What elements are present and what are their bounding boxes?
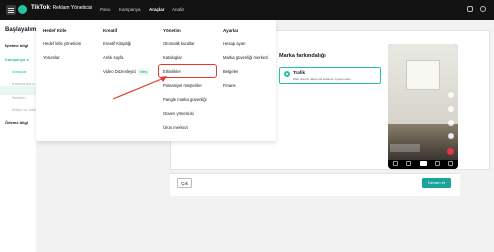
- traffic-option-description: Web sitenizi daha çok kullanıcı ziyaret …: [293, 77, 351, 81]
- menu-item-documents[interactable]: Belgeler: [223, 69, 238, 74]
- sidebar-item-budget[interactable]: Bütçe ve teklif: [12, 107, 37, 112]
- top-bar: TikTok: Reklam Yöneticisi Pano Kampanya …: [0, 0, 494, 20]
- preview-picture-frame: [406, 60, 440, 90]
- preview-caption: [390, 144, 420, 152]
- menu-item-audience-manager[interactable]: Hedef kitle yöneticisi: [43, 41, 81, 46]
- bell-icon[interactable]: [467, 6, 473, 12]
- inbox-icon: [435, 161, 440, 166]
- nav-analytics[interactable]: Analiz: [172, 7, 184, 12]
- help-icon[interactable]: [480, 6, 486, 12]
- brand-name: TikTok: [31, 5, 50, 11]
- ad-preview-phone: [388, 44, 458, 169]
- sidebar: [0, 20, 36, 252]
- footer-bar: [170, 173, 460, 196]
- comment-icon: [448, 106, 454, 112]
- menu-item-catalogs[interactable]: Kataloglar: [163, 55, 182, 60]
- brand-awareness-heading: Marka farkındalığı: [279, 53, 326, 59]
- menu-item-trust-manager[interactable]: Güven yöneticisi: [163, 111, 194, 116]
- create-icon: [420, 161, 427, 166]
- menu-item-account-settings[interactable]: Hesap ayarı: [223, 41, 246, 46]
- column-header-management: Yönetim: [163, 28, 181, 33]
- annotation-arrow-icon: [112, 76, 167, 100]
- menu-item-instant-page[interactable]: Anlık sayfa: [103, 55, 123, 60]
- menu-item-brand-safety-center[interactable]: Marka güvenliği merkezi: [223, 55, 268, 60]
- menu-item-creative-library[interactable]: Kreatif Kitaplığı: [103, 41, 131, 46]
- exit-button[interactable]: Çık: [177, 178, 192, 188]
- radio-selected-icon[interactable]: [284, 71, 290, 77]
- menu-item-product-center[interactable]: Ürün merkezi: [163, 125, 188, 130]
- home-icon: [393, 161, 398, 166]
- sidebar-item-campaign-objective[interactable]: Kampanya o: [5, 57, 29, 62]
- menu-icon[interactable]: [6, 5, 16, 15]
- music-disc-icon: [447, 148, 454, 155]
- continue-button[interactable]: Devam et: [422, 178, 451, 188]
- sidebar-title: Başlayalım: [5, 27, 37, 33]
- profile-icon: [448, 161, 453, 166]
- sidebar-item-payment-info[interactable]: Ödeme bilgi: [5, 120, 28, 125]
- sidebar-item-ad[interactable]: Reklam: [12, 95, 26, 100]
- menu-item-finance[interactable]: Finans: [223, 83, 236, 88]
- menu-item-comments[interactable]: Yorumlar: [43, 55, 60, 60]
- sidebar-active-highlight: [0, 86, 36, 95]
- nav-dashboard[interactable]: Pano: [100, 7, 111, 12]
- sidebar-item-business-info[interactable]: İşletme bilgi: [5, 43, 28, 48]
- preview-image-floor: [388, 124, 458, 160]
- column-header-settings: Ayarlar: [223, 28, 239, 33]
- sidebar-item-objectives[interactable]: Amaçlar: [12, 69, 27, 74]
- like-icon: [448, 92, 454, 98]
- menu-item-automated-rules[interactable]: Otomatik kurallar: [163, 41, 195, 46]
- traffic-option[interactable]: Trafik Web sitenizi daha çok kullanıcı z…: [279, 67, 381, 84]
- search-icon: [406, 161, 411, 166]
- nav-tools[interactable]: Araçlar: [149, 7, 165, 12]
- app-brand: TikTok: Reklam Yöneticisi: [31, 5, 92, 11]
- column-header-creative: Kreatif: [103, 28, 118, 33]
- nav-campaign[interactable]: Kampanya: [119, 7, 141, 12]
- share-icon: [448, 133, 454, 139]
- traffic-option-title: Trafik: [293, 70, 306, 75]
- bookmark-icon: [448, 120, 454, 126]
- sidebar-item-campaign-settings[interactable]: Kampanya a: [12, 81, 34, 86]
- brand-subtitle: : Reklam Yöneticisi: [49, 5, 93, 11]
- tiktok-logo-icon: [18, 5, 27, 14]
- column-header-audience: Hedef Kitle: [43, 28, 67, 33]
